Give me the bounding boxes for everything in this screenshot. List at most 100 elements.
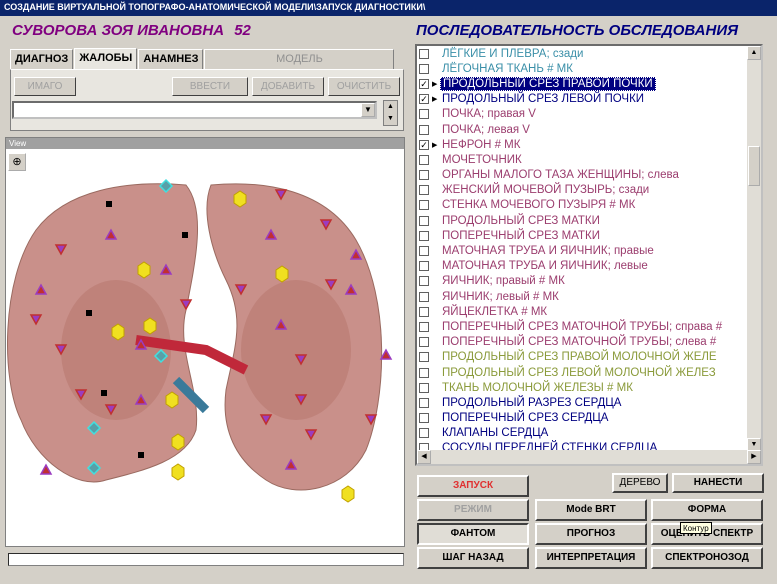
list-item-label: ПОПЕРЕЧНЫЙ СРЕЗ СЕРДЦА bbox=[442, 412, 609, 425]
list-item-label: ЖЕНСКИЙ МОЧЕВОЙ ПУЗЫРЬ; сзади bbox=[442, 184, 650, 197]
prognosis-button[interactable]: ПРОГНОЗ bbox=[535, 523, 647, 545]
list-item-checkbox[interactable] bbox=[419, 321, 429, 332]
view-horizontal-scrollbar[interactable] bbox=[8, 553, 404, 566]
form-button[interactable]: ФОРМА bbox=[651, 499, 763, 521]
list-item-checkbox[interactable] bbox=[419, 382, 429, 393]
list-item-checkbox[interactable] bbox=[419, 428, 429, 439]
list-item-checkbox[interactable] bbox=[419, 246, 429, 257]
list-item[interactable]: ПОЧКА; левая V bbox=[417, 122, 761, 137]
list-item-checkbox[interactable] bbox=[419, 170, 429, 181]
spin-down-icon[interactable]: ▼ bbox=[384, 113, 397, 125]
list-item[interactable]: ЛЁГОЧНАЯ ТКАНЬ # МК bbox=[417, 61, 761, 76]
list-item-checkbox[interactable] bbox=[419, 337, 429, 348]
list-item-checkbox[interactable] bbox=[419, 48, 429, 59]
list-item[interactable]: МАТОЧНАЯ ТРУБА И ЯИЧНИК; левые bbox=[417, 259, 761, 274]
list-item[interactable]: ОРГАНЫ МАЛОГО ТАЗА ЖЕНЩИНЫ; слева bbox=[417, 168, 761, 183]
clear-button[interactable]: ОЧИСТИТЬ bbox=[328, 77, 400, 96]
imago-button[interactable]: ИМАГО bbox=[14, 77, 76, 96]
list-item-checkbox[interactable] bbox=[419, 352, 429, 363]
list-item-label: ЯЙЦЕКЛЕТКА # МК bbox=[442, 305, 548, 318]
list-item[interactable]: ✓ ▶ ПРОДОЛЬНЫЙ СРЕЗ ЛЕВОЙ ПОЧКИ bbox=[417, 92, 761, 107]
list-item-label: ПРОДОЛЬНЫЙ СРЕЗ ЛЕВОЙ ПОЧКИ bbox=[442, 93, 645, 106]
list-item[interactable]: ЯИЧНИК; левый # МК bbox=[417, 289, 761, 304]
complaint-combobox[interactable]: ▼ bbox=[12, 101, 377, 119]
list-item-checkbox[interactable] bbox=[419, 397, 429, 408]
list-item[interactable]: ПОПЕРЕЧНЫЙ СРЕЗ МАТОЧНОЙ ТРУБЫ; справа # bbox=[417, 319, 761, 334]
list-item-label: ПРОДОЛЬНЫЙ СРЕЗ ЛЕВОЙ МОЛОЧНОЙ ЖЕЛЕЗ bbox=[442, 366, 716, 379]
list-item[interactable]: ЛЁГКИЕ И ПЛЕВРА; сзади bbox=[417, 46, 761, 61]
interpretation-button[interactable]: ИНТЕРПРЕТАЦИЯ bbox=[535, 547, 647, 569]
tree-button[interactable]: ДЕРЕВО bbox=[612, 473, 668, 493]
sequence-horizontal-scrollbar[interactable]: ◀ ▶ bbox=[417, 450, 761, 464]
sequence-rows: ЛЁГКИЕ И ПЛЕВРА; сзади ЛЁГОЧНАЯ ТКАНЬ # М… bbox=[417, 46, 761, 456]
scroll-thumb[interactable] bbox=[748, 146, 760, 186]
phantom-button[interactable]: ФАНТОМ bbox=[417, 523, 529, 545]
list-item-checkbox[interactable] bbox=[419, 154, 429, 165]
list-item-label: ЛЁГКИЕ И ПЛЕВРА; сзади bbox=[442, 47, 584, 60]
anatomy-view[interactable]: View ⊕ bbox=[5, 137, 405, 547]
list-item-checkbox[interactable] bbox=[419, 276, 429, 287]
list-item[interactable]: СТЕНКА МОЧЕВОГО ПУЗЫРЯ # МК bbox=[417, 198, 761, 213]
list-item[interactable]: ✓ ▶ НЕФРОН # МК bbox=[417, 137, 761, 152]
spectronosode-button[interactable]: СПЕКТРОНОЗОД bbox=[651, 547, 763, 569]
list-item-label: ПРОДОЛЬНЫЙ СРЕЗ ПРАВОЙ МОЛОЧНОЙ ЖЕЛЕ bbox=[442, 351, 717, 364]
tab-diagnosis[interactable]: ДИАГНОЗ bbox=[10, 49, 74, 69]
list-item-checkbox[interactable]: ✓ bbox=[419, 94, 429, 105]
list-item-label: ПОЧКА; правая V bbox=[442, 108, 536, 121]
list-item-label: ЯИЧНИК; правый # МК bbox=[442, 275, 565, 288]
list-item[interactable]: ТКАНЬ МОЛОЧНОЙ ЖЕЛЕЗЫ # МК bbox=[417, 380, 761, 395]
list-item[interactable]: МАТОЧНАЯ ТРУБА И ЯИЧНИК; правые bbox=[417, 243, 761, 258]
list-item-checkbox[interactable] bbox=[419, 230, 429, 241]
list-item-checkbox[interactable] bbox=[419, 200, 429, 211]
mode-brt-button[interactable]: Mode BRT bbox=[535, 499, 647, 521]
patient-header: СУВОРОВА ЗОЯ ИВАНОВНА 52 bbox=[12, 22, 251, 39]
list-item-checkbox[interactable] bbox=[419, 215, 429, 226]
list-item-checkbox[interactable] bbox=[419, 124, 429, 135]
list-item-checkbox[interactable] bbox=[419, 63, 429, 74]
list-item[interactable]: ПРОДОЛЬНЫЙ СРЕЗ ПРАВОЙ МОЛОЧНОЙ ЖЕЛЕ bbox=[417, 350, 761, 365]
enter-button[interactable]: ВВЕСТИ bbox=[172, 77, 248, 96]
launch-button[interactable]: ЗАПУСК bbox=[417, 475, 529, 497]
list-item-checkbox[interactable] bbox=[419, 413, 429, 424]
spin-up-icon[interactable]: ▲ bbox=[384, 101, 397, 113]
list-item[interactable]: ПОПЕРЕЧНЫЙ СРЕЗ МАТОЧНОЙ ТРУБЫ; слева # bbox=[417, 335, 761, 350]
list-item-label: ТКАНЬ МОЛОЧНОЙ ЖЕЛЕЗЫ # МК bbox=[442, 381, 633, 394]
chevron-down-icon[interactable]: ▼ bbox=[361, 103, 375, 117]
list-item-checkbox[interactable]: ✓ bbox=[419, 139, 429, 150]
expand-marker-icon: ▶ bbox=[432, 141, 438, 149]
list-item[interactable]: ПРОДОЛЬНЫЙ СРЕЗ ЛЕВОЙ МОЛОЧНОЙ ЖЕЛЕЗ bbox=[417, 365, 761, 380]
complaint-spinner[interactable]: ▲ ▼ bbox=[383, 100, 398, 126]
sequence-title: ПОСЛЕДОВАТЕЛЬНОСТЬ ОБСЛЕДОВАНИЯ bbox=[416, 22, 739, 39]
list-item[interactable]: ПОПЕРЕЧНЫЙ СРЕЗ МАТКИ bbox=[417, 228, 761, 243]
list-item[interactable]: КЛАПАНЫ СЕРДЦА bbox=[417, 426, 761, 441]
kidney-section-illustration[interactable] bbox=[6, 150, 404, 546]
list-item-checkbox[interactable] bbox=[419, 109, 429, 120]
sequence-vertical-scrollbar[interactable]: ▲ ▼ bbox=[747, 46, 761, 452]
list-item-checkbox[interactable] bbox=[419, 261, 429, 272]
step-back-button[interactable]: ШАГ НАЗАД bbox=[417, 547, 529, 569]
list-item-checkbox[interactable] bbox=[419, 367, 429, 378]
scroll-left-icon[interactable]: ◀ bbox=[417, 450, 431, 464]
tab-anamnesis[interactable]: АНАМНЕЗ bbox=[138, 49, 204, 69]
list-item-checkbox[interactable]: ✓ bbox=[419, 78, 429, 89]
list-item[interactable]: ПРОДОЛЬНЫЙ РАЗРЕЗ СЕРДЦА bbox=[417, 395, 761, 410]
mode-button[interactable]: РЕЖИМ bbox=[417, 499, 529, 521]
list-item[interactable]: ЯЙЦЕКЛЕТКА # МК bbox=[417, 304, 761, 319]
scroll-up-icon[interactable]: ▲ bbox=[747, 46, 761, 60]
list-item[interactable]: ПОПЕРЕЧНЫЙ СРЕЗ СЕРДЦА bbox=[417, 411, 761, 426]
list-item[interactable]: ЯИЧНИК; правый # МК bbox=[417, 274, 761, 289]
list-item[interactable]: ПРОДОЛЬНЫЙ СРЕЗ МАТКИ bbox=[417, 213, 761, 228]
list-item-checkbox[interactable] bbox=[419, 291, 429, 302]
apply-button[interactable]: НАНЕСТИ bbox=[672, 473, 764, 493]
list-item[interactable]: ПОЧКА; правая V bbox=[417, 107, 761, 122]
scroll-right-icon[interactable]: ▶ bbox=[747, 450, 761, 464]
tab-complaints[interactable]: ЖАЛОБЫ bbox=[74, 48, 138, 69]
list-item[interactable]: ЖЕНСКИЙ МОЧЕВОЙ ПУЗЫРЬ; сзади bbox=[417, 183, 761, 198]
add-button[interactable]: ДОБАВИТЬ bbox=[252, 77, 324, 96]
list-item[interactable]: МОЧЕТОЧНИК bbox=[417, 152, 761, 167]
list-item-label: ЛЁГОЧНАЯ ТКАНЬ # МК bbox=[442, 62, 573, 75]
list-item-checkbox[interactable] bbox=[419, 185, 429, 196]
list-item[interactable]: ✓ ▶ ПРОДОЛЬНЫЙ СРЕЗ ПРАВОЙ ПОЧКИ bbox=[417, 76, 761, 91]
list-item-checkbox[interactable] bbox=[419, 306, 429, 317]
sequence-list[interactable]: ЛЁГКИЕ И ПЛЕВРА; сзади ЛЁГОЧНАЯ ТКАНЬ # М… bbox=[415, 44, 763, 466]
